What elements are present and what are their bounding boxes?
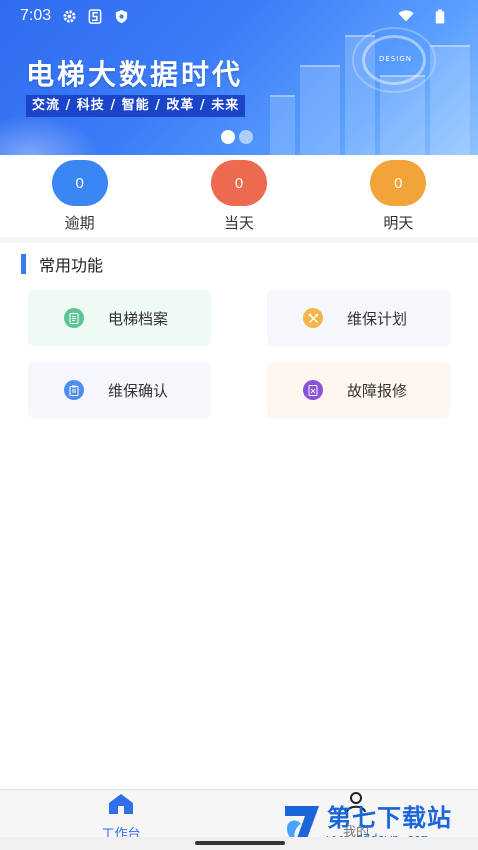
- banner-badge: DESIGN: [379, 55, 412, 63]
- carousel-dot-active[interactable]: [221, 130, 235, 144]
- clipboard-icon: [64, 380, 84, 400]
- function-maintenance-confirm[interactable]: 维保确认: [28, 362, 211, 418]
- stat-overdue-count: 0: [51, 160, 108, 206]
- banner-subtitle: 交流 / 科技 / 智能 / 改革 / 未来: [26, 95, 246, 117]
- section-divider: [0, 237, 478, 243]
- carousel-dot[interactable]: [239, 130, 253, 144]
- battery-icon: [432, 8, 448, 24]
- function-label: 故障报修: [347, 381, 408, 400]
- stat-tomorrow-count: 0: [370, 160, 427, 206]
- stat-today-count: 0: [210, 160, 267, 206]
- function-fault-report[interactable]: 故障报修: [267, 362, 450, 418]
- status-bar: 7:03: [0, 0, 478, 32]
- stat-tomorrow-label: 明天: [383, 214, 414, 232]
- stat-overdue[interactable]: 0 逾期: [0, 155, 159, 237]
- stat-today[interactable]: 0 当天: [159, 155, 318, 237]
- section-accent-bar: [21, 254, 26, 274]
- task-stats: 0 逾期 0 当天 0 明天: [0, 155, 478, 237]
- section-title: 常用功能: [39, 256, 104, 275]
- function-label: 维保确认: [108, 381, 169, 400]
- function-label: 电梯档案: [108, 309, 169, 328]
- tab-workbench[interactable]: 工作台: [61, 790, 181, 842]
- settings-gear-icon: [61, 8, 77, 24]
- shield-icon: [113, 8, 129, 24]
- home-gesture-handle[interactable]: [195, 841, 285, 845]
- home-icon: [107, 793, 135, 819]
- section-header: 常用功能: [21, 252, 103, 276]
- function-label: 维保计划: [347, 309, 408, 328]
- s-badge-icon: [87, 8, 103, 24]
- tools-icon: [303, 308, 323, 328]
- wifi-icon: [398, 8, 414, 24]
- banner[interactable]: DESIGN 7:03 电梯大数据时代 交流 / 科技 / 智能 / 改革 / …: [0, 0, 478, 155]
- stat-today-label: 当天: [223, 214, 254, 232]
- banner-title: 电梯大数据时代: [26, 58, 244, 91]
- system-nav-bar: [0, 837, 478, 850]
- stat-overdue-label: 逾期: [64, 214, 95, 232]
- document-icon: [64, 308, 84, 328]
- repair-report-icon: [303, 380, 323, 400]
- stat-tomorrow[interactable]: 0 明天: [319, 155, 478, 237]
- function-maintenance-plan[interactable]: 维保计划: [267, 290, 450, 346]
- function-elevator-archive[interactable]: 电梯档案: [28, 290, 211, 346]
- status-time: 7:03: [20, 7, 52, 24]
- watermark-text: 第七下载站: [327, 804, 452, 832]
- carousel-indicator[interactable]: [221, 130, 253, 144]
